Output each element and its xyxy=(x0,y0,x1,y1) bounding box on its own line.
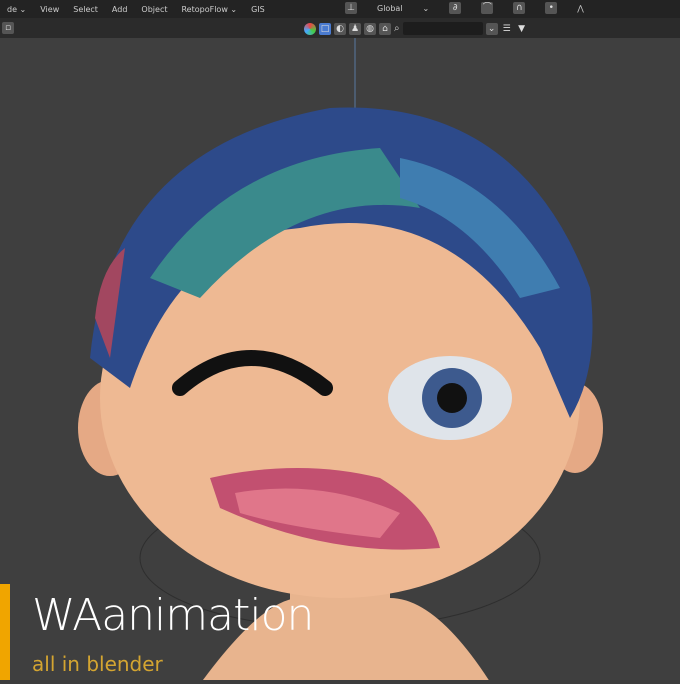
transform-orientation-icon[interactable]: ⊥ xyxy=(345,2,357,14)
snap-icon[interactable]: ⌒ xyxy=(481,2,494,14)
pivot-icon[interactable]: ∂ xyxy=(449,2,462,14)
viewport-header: ▫ □ ◐ ♟ ◍ ⌂ ⌕ ⌄ ☰ ▼ xyxy=(0,18,680,38)
world-filter-icon[interactable]: ◍ xyxy=(364,22,376,35)
color-icon[interactable] xyxy=(304,22,316,35)
funnel-icon[interactable]: ▼ xyxy=(516,23,528,35)
3d-viewport[interactable] xyxy=(0,38,680,684)
sort-icon[interactable]: ☰ xyxy=(501,23,513,35)
light-filter-icon[interactable]: ♟ xyxy=(349,22,361,35)
menu-select[interactable]: Select xyxy=(73,5,98,14)
proportional-edit-icon[interactable]: • xyxy=(545,2,558,14)
overlay-title: WAanimation xyxy=(32,590,314,641)
select-mode-icon[interactable]: ▫ xyxy=(2,22,14,34)
menu-gis[interactable]: GIS xyxy=(251,5,265,14)
search-icon: ⌕ xyxy=(394,23,400,34)
character-model xyxy=(78,38,603,684)
filter-toggle-icon[interactable]: ⌄ xyxy=(485,22,498,35)
orientation-dropdown[interactable]: Global xyxy=(377,4,403,13)
mesh-filter-icon[interactable]: ◐ xyxy=(334,22,346,35)
menu-bar: de ⌄ View Select Add Object RetopoFlow ⌄… xyxy=(0,0,680,18)
search-input[interactable] xyxy=(402,22,483,35)
falloff-icon[interactable]: ⋀ xyxy=(577,4,584,13)
menu-add[interactable]: Add xyxy=(112,5,128,14)
object-filter-icon[interactable]: □ xyxy=(319,22,331,35)
overlay-subtitle: all in blender xyxy=(32,652,163,676)
menu-mode[interactable]: de ⌄ xyxy=(7,5,26,14)
menu-retopoflow[interactable]: RetopoFlow ⌄ xyxy=(181,5,237,14)
accent-bar xyxy=(0,584,10,680)
menu-view[interactable]: View xyxy=(40,5,59,14)
menu-object[interactable]: Object xyxy=(141,5,167,14)
magnet-icon[interactable]: ∩ xyxy=(513,2,526,14)
camera-filter-icon[interactable]: ⌂ xyxy=(379,22,391,35)
